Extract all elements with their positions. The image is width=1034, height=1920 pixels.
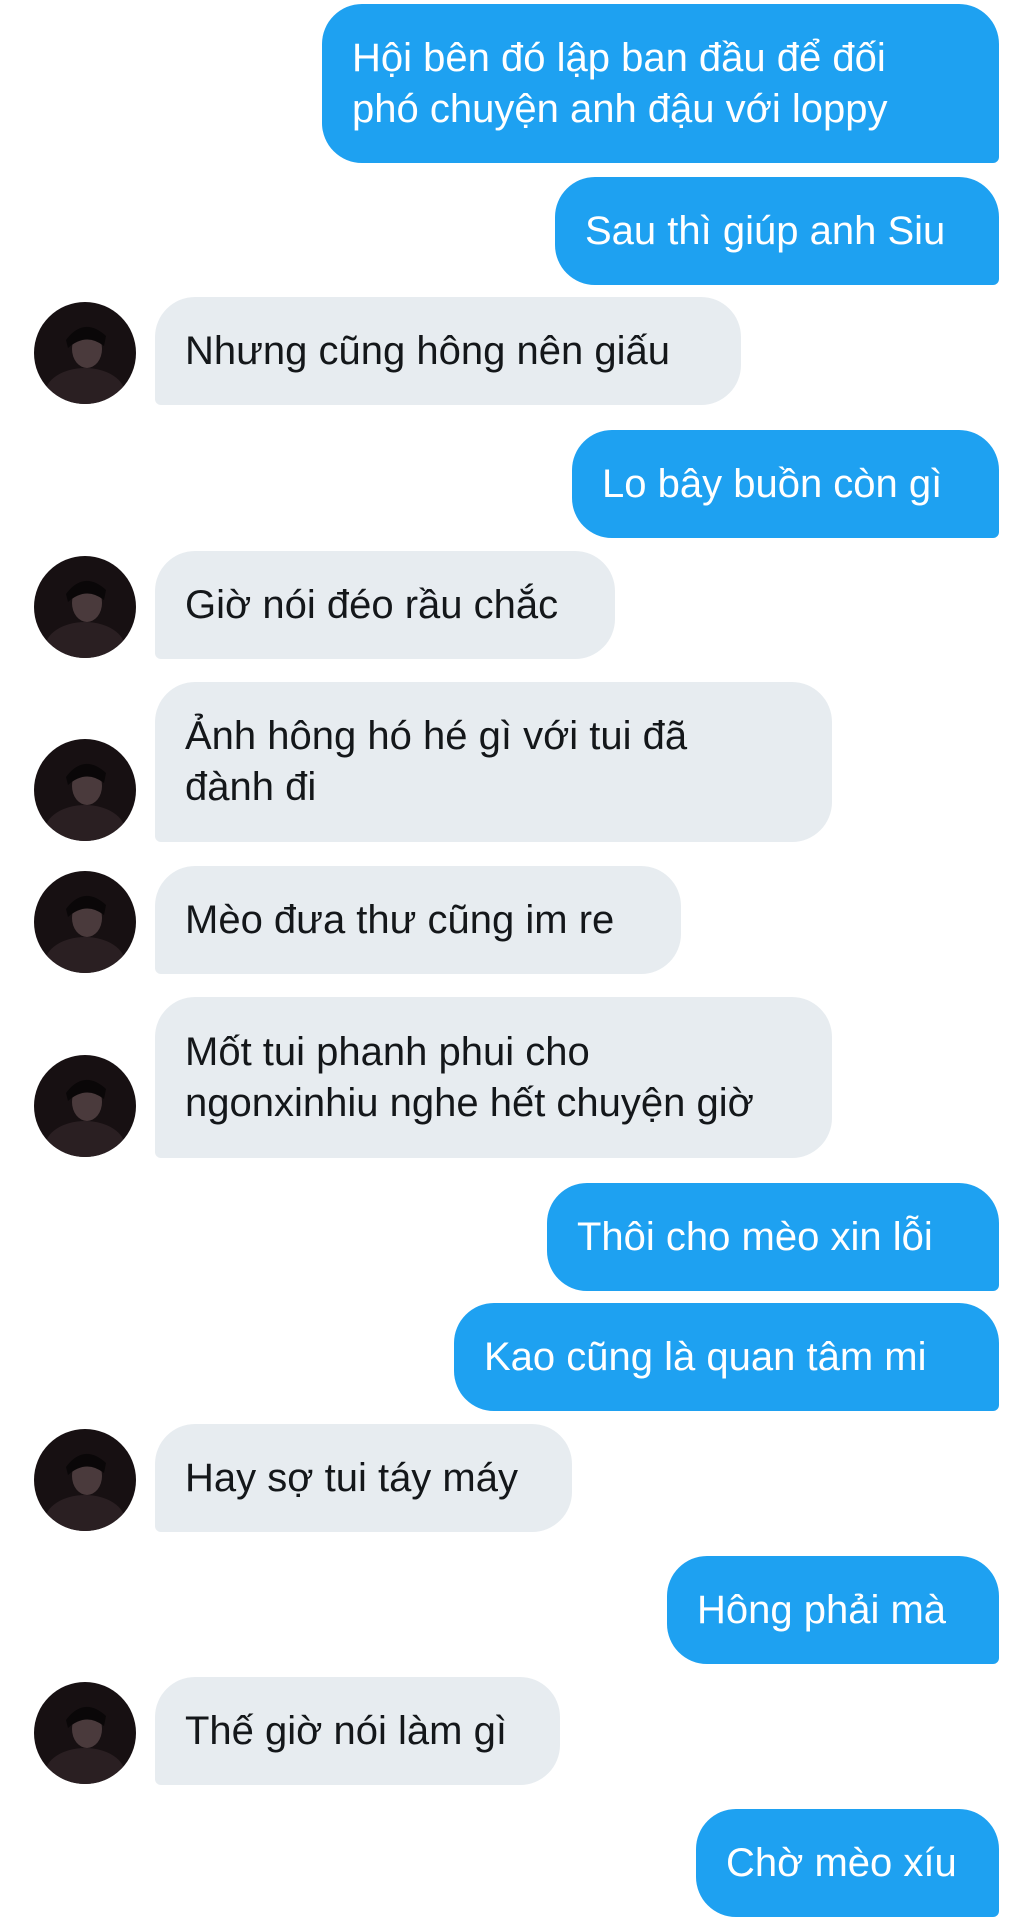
received-message-bubble[interactable]: Giờ nói đéo rầu chắc [155, 551, 615, 659]
sent-message-bubble[interactable]: Chờ mèo xíu [696, 1809, 999, 1917]
avatar-photo-icon [34, 1055, 136, 1157]
user-avatar[interactable] [34, 302, 136, 404]
received-message-bubble[interactable]: Nhưng cũng hông nên giấu [155, 297, 741, 405]
user-avatar[interactable] [34, 1682, 136, 1784]
user-avatar[interactable] [34, 739, 136, 841]
sent-message-bubble[interactable]: Sau thì giúp anh Siu [555, 177, 999, 285]
sent-message-bubble[interactable]: Hông phải mà [667, 1556, 999, 1664]
avatar-photo-icon [34, 302, 136, 404]
sent-message-bubble[interactable]: Lo bây buồn còn gì [572, 430, 999, 538]
avatar-photo-icon [34, 1429, 136, 1531]
user-avatar[interactable] [34, 1429, 136, 1531]
user-avatar[interactable] [34, 556, 136, 658]
received-message-bubble[interactable]: Ảnh hông hó hé gì với tui đã đành đi [155, 682, 832, 842]
avatar-photo-icon [34, 739, 136, 841]
received-message-bubble[interactable]: Mèo đưa thư cũng im re [155, 866, 681, 974]
avatar-photo-icon [34, 871, 136, 973]
user-avatar[interactable] [34, 871, 136, 973]
sent-message-bubble[interactable]: Hội bên đó lập ban đầu để đối phó chuyện… [322, 4, 999, 163]
user-avatar[interactable] [34, 1055, 136, 1157]
received-message-bubble[interactable]: Thế giờ nói làm gì [155, 1677, 560, 1785]
received-message-bubble[interactable]: Mốt tui phanh phui cho ngonxinhiu nghe h… [155, 997, 832, 1158]
avatar-photo-icon [34, 1682, 136, 1784]
sent-message-bubble[interactable]: Kao cũng là quan tâm mi [454, 1303, 999, 1411]
sent-message-bubble[interactable]: Thôi cho mèo xin lỗi [547, 1183, 999, 1291]
avatar-photo-icon [34, 556, 136, 658]
received-message-bubble[interactable]: Hay sợ tui táy máy [155, 1424, 572, 1532]
